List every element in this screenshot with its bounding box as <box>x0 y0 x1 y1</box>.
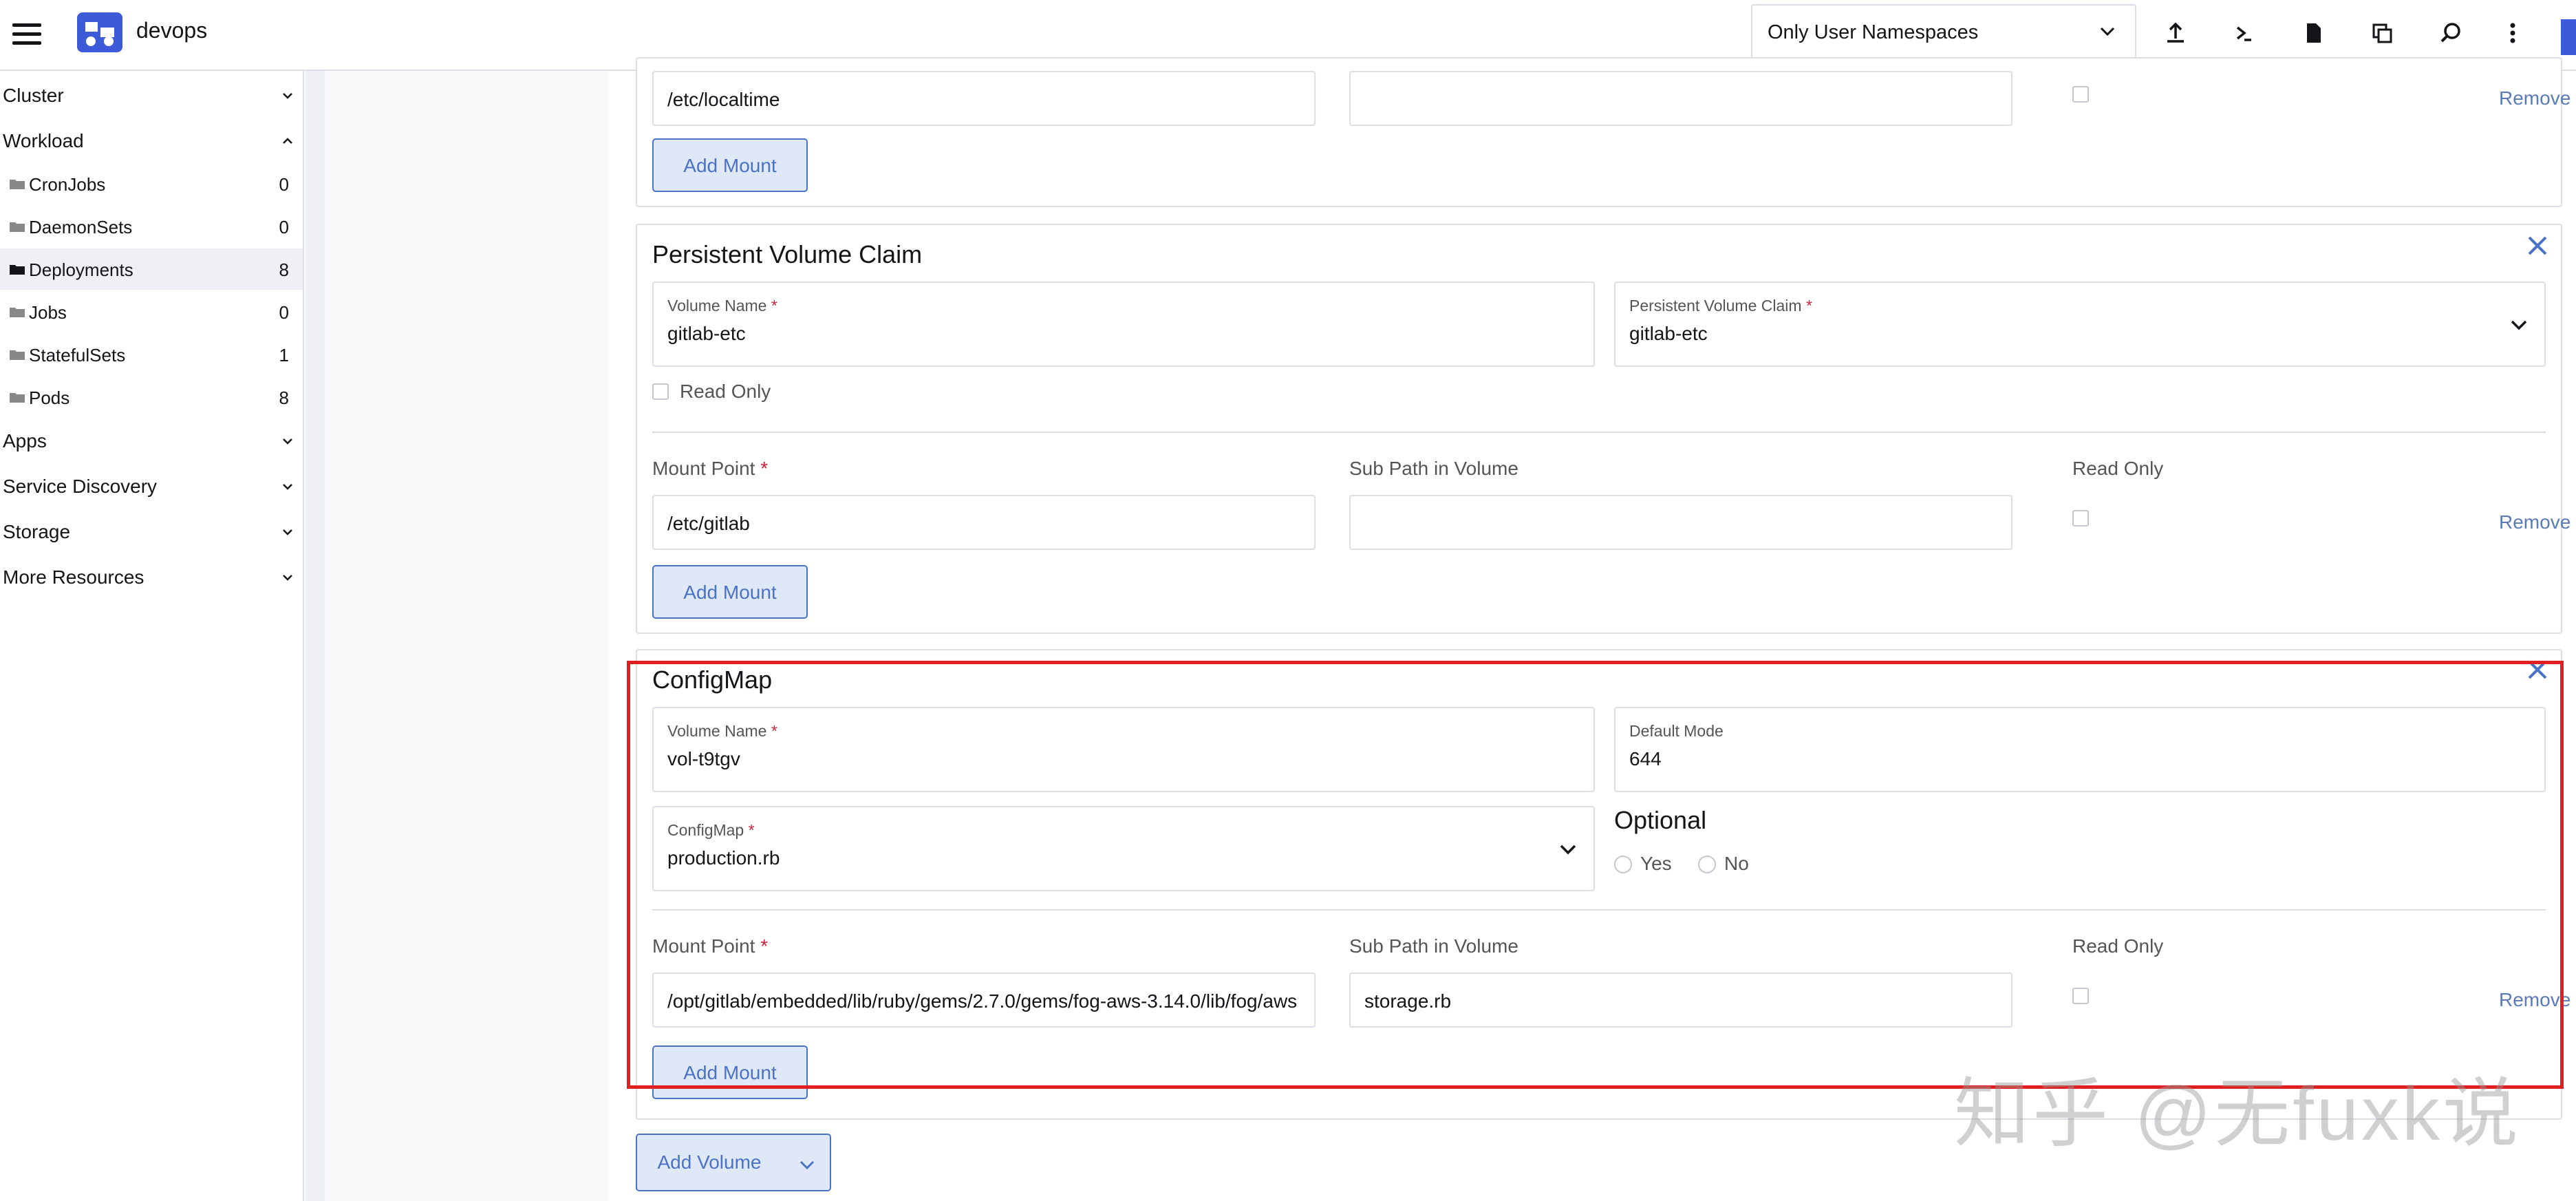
nav-item-cronjobs[interactable]: CronJobs 0 <box>0 163 303 204</box>
chevron-down-icon <box>283 93 292 99</box>
nav-group-apps[interactable]: Apps <box>3 421 299 462</box>
nav-item-pods[interactable]: Pods 8 <box>0 376 303 418</box>
nav-item-statefulsets[interactable]: StatefulSets 1 <box>0 334 303 375</box>
chevron-down-icon <box>2511 320 2527 330</box>
divider <box>652 432 2546 433</box>
sub-path-input[interactable] <box>1349 495 2012 550</box>
nav-item-deployments[interactable]: Deployments 8 <box>0 248 303 290</box>
terminal-icon[interactable] <box>2229 18 2260 48</box>
chevron-up-icon <box>283 138 292 144</box>
folder-icon <box>10 180 25 189</box>
pvc-read-only-label: Read Only <box>680 381 771 402</box>
nav-group-service-discovery[interactable]: Service Discovery <box>3 466 299 507</box>
nav-item-daemonsets[interactable]: DaemonSets 0 <box>0 206 303 247</box>
nav-group-cluster[interactable]: Cluster <box>3 75 299 116</box>
copy-icon[interactable] <box>2367 18 2397 48</box>
nav-group-storage[interactable]: Storage <box>3 511 299 553</box>
read-only-label: Read Only <box>2072 458 2164 479</box>
watermark-text: 知乎 @无fuxk说 <box>1954 1072 2521 1156</box>
read-only-checkbox[interactable] <box>2072 510 2089 527</box>
namespace-filter-value: Only User Namespaces <box>1768 21 1979 43</box>
pvc-select[interactable]: Persistent Volume Claim * gitlab-etc <box>1614 281 2546 367</box>
folder-icon <box>10 308 25 317</box>
read-only-checkbox[interactable] <box>2072 86 2089 103</box>
content-gutter <box>305 71 608 1201</box>
add-volume-button[interactable]: Add Volume <box>636 1134 831 1191</box>
user-avatar[interactable] <box>2561 19 2576 55</box>
volume-card-pvc: Persistent Volume Claim Volume Name * gi… <box>636 224 2570 634</box>
remove-mount-link[interactable]: Remove <box>2499 511 2570 533</box>
volume-card-host-path: /etc/localtime Remove Add Mount <box>636 57 2570 207</box>
nav-item-jobs[interactable]: Jobs 0 <box>0 291 303 332</box>
upload-icon[interactable] <box>2160 18 2191 48</box>
cluster-name[interactable]: devops <box>136 18 207 43</box>
sidebar: Cluster Workload CronJobs 0 DaemonSets 0… <box>0 71 304 1201</box>
nav-group-more-resources[interactable]: More Resources <box>3 557 299 598</box>
annotation-highlight-box <box>627 661 2564 1089</box>
mount-point-input[interactable]: /etc/gitlab <box>652 495 1316 550</box>
card-title: Persistent Volume Claim <box>652 240 923 268</box>
chevron-down-icon <box>283 575 292 581</box>
more-vertical-icon[interactable] <box>2498 18 2528 48</box>
chevron-down-icon <box>283 438 292 445</box>
close-icon[interactable] <box>2525 233 2550 258</box>
volume-name-field[interactable]: Volume Name * gitlab-etc <box>652 281 1595 367</box>
chevron-down-icon <box>283 529 292 535</box>
folder-icon <box>10 222 25 232</box>
namespace-filter-select[interactable]: Only User Namespaces <box>1751 4 2136 59</box>
folder-icon <box>10 350 25 360</box>
remove-mount-link[interactable]: Remove <box>2499 87 2570 109</box>
file-icon[interactable] <box>2298 18 2328 48</box>
sub-path-input[interactable] <box>1349 71 2012 126</box>
search-icon[interactable] <box>2436 18 2466 48</box>
add-mount-button[interactable]: Add Mount <box>652 565 808 619</box>
chevron-down-icon <box>799 1160 815 1170</box>
cluster-logo-icon[interactable] <box>77 12 122 52</box>
nav-group-workload[interactable]: Workload <box>3 120 299 162</box>
folder-open-icon <box>10 265 25 275</box>
sub-path-label: Sub Path in Volume <box>1349 458 1518 479</box>
mount-point-label: Mount Point * <box>652 458 769 479</box>
mount-point-input[interactable]: /etc/localtime <box>652 71 1316 126</box>
chevron-down-icon <box>283 484 292 490</box>
folder-icon <box>10 393 25 403</box>
add-mount-button[interactable]: Add Mount <box>652 138 808 192</box>
menu-icon[interactable] <box>12 23 41 45</box>
chevron-down-icon <box>2100 27 2115 36</box>
pvc-read-only-checkbox[interactable] <box>652 383 669 400</box>
